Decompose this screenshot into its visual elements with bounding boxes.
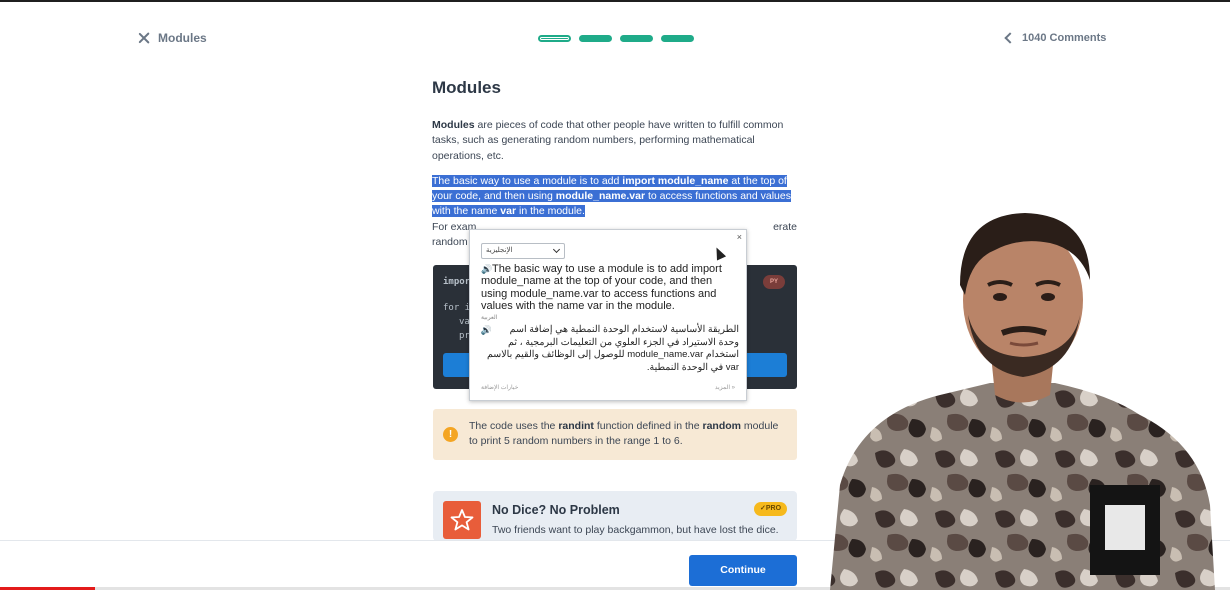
- lesson-module-label: Modules: [158, 31, 207, 45]
- exclamation-icon: !: [443, 427, 458, 442]
- progress-step-4[interactable]: [661, 35, 694, 42]
- source-translation-text: 🔊The basic way to use a module is to add…: [481, 263, 739, 312]
- python-badge: PY: [763, 275, 785, 289]
- code-term: import module_name: [622, 174, 729, 187]
- speaker-icon[interactable]: 🔊: [481, 263, 492, 275]
- code-line: for i: [443, 303, 471, 313]
- top-border: [0, 0, 1230, 2]
- lesson-paragraph-1: Modules are pieces of code that other pe…: [432, 118, 797, 164]
- progress-step-1[interactable]: [538, 35, 571, 42]
- pro-badge: ✓PRO: [754, 502, 787, 516]
- lesson-content: Modules Modules are pieces of code that …: [432, 78, 797, 250]
- selected-language: الإنجليزية: [486, 247, 513, 254]
- more-link[interactable]: المزيد »: [715, 384, 735, 391]
- lesson-paragraph-2-selected: The basic way to use a module is to add …: [432, 174, 797, 220]
- paragraph-text: random: [432, 236, 468, 249]
- star-icon: [443, 501, 481, 539]
- lesson-title: Modules: [432, 78, 501, 97]
- info-note: ! The code uses the randint function def…: [433, 409, 797, 460]
- popup-close-button[interactable]: ×: [737, 232, 742, 242]
- target-text: الطريقة الأساسية لاستخدام الوحدة النمطية…: [486, 324, 739, 373]
- practice-card[interactable]: No Dice? No Problem Two friends want to …: [433, 491, 797, 541]
- paragraph-text: are pieces of code that other people hav…: [432, 119, 784, 162]
- code-term: var: [500, 205, 517, 218]
- pro-label: PRO: [765, 505, 782, 512]
- comments-button[interactable]: 1040 Comments: [1003, 32, 1106, 44]
- card-title: No Dice? No Problem: [492, 503, 620, 517]
- language-select[interactable]: الإنجليزية: [481, 243, 565, 259]
- note-part: The code uses the: [469, 420, 559, 432]
- note-term: random: [702, 420, 742, 432]
- chevron-left-icon: [1004, 32, 1016, 44]
- progress-step-2[interactable]: [579, 35, 612, 42]
- note-part: function defined in the: [593, 420, 703, 432]
- card-description: Two friends want to play backgammon, but…: [492, 524, 779, 536]
- paragraph-text: in the module.: [516, 205, 585, 218]
- continue-button[interactable]: Continue: [689, 555, 797, 586]
- lesson-progress: [538, 35, 694, 42]
- paragraph-text: The basic way to use a module is to add: [432, 174, 623, 187]
- webcam-presenter-image: [810, 205, 1230, 590]
- speaker-icon[interactable]: 🔊: [481, 324, 492, 337]
- term-modules: Modules: [432, 119, 475, 131]
- paragraph-text: erate: [773, 220, 797, 233]
- close-lesson-button[interactable]: Modules: [138, 31, 207, 45]
- extension-options-link[interactable]: خيارات الإضافة: [481, 384, 518, 391]
- note-text: The code uses the randint function defin…: [469, 419, 789, 450]
- code-line: impor: [443, 277, 471, 287]
- target-translation-text: 🔊 الطريقة الأساسية لاستخدام الوحدة النمطي…: [481, 324, 739, 374]
- translation-popup: × الإنجليزية 🔊The basic way to use a mod…: [469, 229, 747, 401]
- code-term: module_name.var: [555, 190, 646, 203]
- comments-count: 1040 Comments: [1022, 32, 1107, 44]
- chevron-down-icon: [552, 245, 561, 254]
- source-text: The basic way to use a module is to add …: [481, 263, 722, 312]
- target-language-label: العربية: [481, 315, 498, 321]
- close-icon: [138, 32, 150, 44]
- note-term: randint: [558, 420, 594, 432]
- progress-step-3[interactable]: [620, 35, 653, 42]
